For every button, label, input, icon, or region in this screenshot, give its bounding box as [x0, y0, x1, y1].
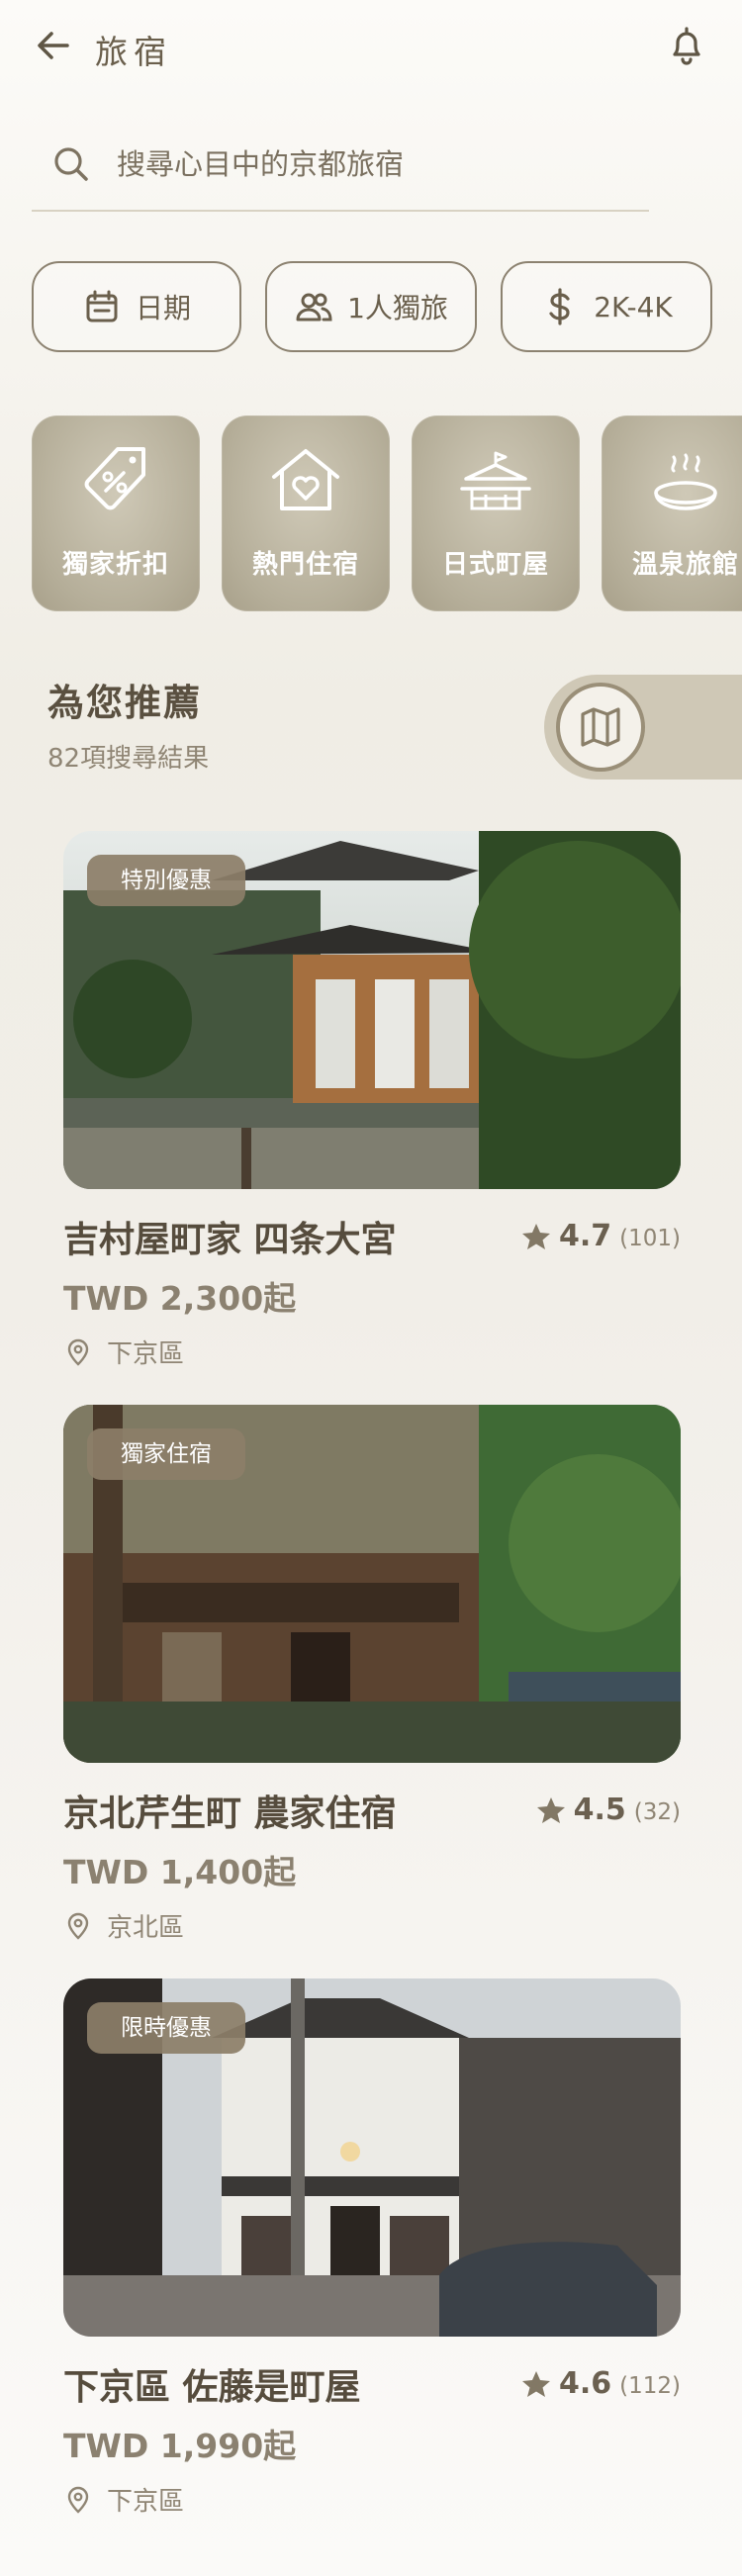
listing-photo[interactable]: 限時優惠: [63, 1978, 681, 2337]
bookmark-icon[interactable]: [613, 2000, 653, 2044]
listing-name[interactable]: 下京區 佐藤是町屋: [63, 2358, 361, 2410]
category-popular-label: 熱門住宿: [251, 550, 359, 580]
category-machiya[interactable]: 日式町屋: [412, 415, 580, 611]
listing-location: 下京區: [63, 1334, 184, 1370]
people-icon: [296, 293, 332, 322]
machiya-icon: [460, 451, 531, 510]
bell-icon[interactable]: [665, 24, 708, 67]
listing-rating: 4.5 (32): [536, 1793, 681, 1827]
back-arrow-icon[interactable]: [34, 26, 73, 65]
result-count: 82項搜尋結果: [47, 744, 210, 774]
top-bar: 旅宿: [0, 0, 742, 95]
listing-photo[interactable]: 獨家住宿: [63, 1405, 681, 1763]
calendar-icon: [86, 290, 118, 322]
page-title: 旅宿: [95, 33, 172, 71]
discount-tag-icon: [84, 447, 145, 510]
category-onsen-label: 溫泉旅館: [631, 550, 739, 580]
star-icon: [521, 1223, 550, 1249]
onsen-icon: [654, 453, 717, 510]
map-icon: [581, 707, 620, 747]
map-toggle[interactable]: [544, 675, 742, 780]
house-heart-icon: [272, 449, 339, 510]
category-machiya-label: 日式町屋: [441, 550, 549, 580]
location-pin-icon: [67, 1912, 89, 1940]
listing-photo[interactable]: 特別優惠: [63, 831, 681, 1189]
bookmark-icon[interactable]: [613, 1426, 653, 1470]
listing-name[interactable]: 京北芹生町 農家住宿: [63, 1785, 397, 1836]
listing-location: 京北區: [63, 1907, 184, 1944]
map-button[interactable]: [556, 683, 645, 772]
listing-location: 下京區: [63, 2481, 184, 2518]
listing-badge: 限時優惠: [87, 2002, 245, 2054]
section-title: 為您推薦: [47, 682, 202, 724]
category-discount-label: 獨家折扣: [61, 550, 169, 580]
bookmark-icon[interactable]: [613, 853, 653, 896]
filter-guests-button[interactable]: 1人獨旅: [265, 261, 477, 352]
category-popular[interactable]: 熱門住宿: [222, 415, 390, 611]
rating-score: 4.6: [558, 2366, 612, 2401]
search-input[interactable]: [117, 140, 631, 188]
filter-price-label: 2K-4K: [594, 290, 673, 323]
filter-guests-label: 1人獨旅: [347, 292, 448, 324]
listing-district: 下京區: [107, 1339, 185, 1369]
review-count: (101): [619, 1226, 681, 1251]
location-pin-icon: [67, 2486, 89, 2514]
listing-price: TWD 2,300起: [63, 1279, 297, 1318]
star-icon: [536, 1796, 565, 1823]
filter-date-label: 日期: [135, 292, 191, 324]
star-icon: [521, 2370, 550, 2397]
location-pin-icon: [67, 1338, 89, 1366]
category-onsen[interactable]: 溫泉旅館: [602, 415, 742, 611]
filter-date-button[interactable]: 日期: [32, 261, 241, 352]
listing-badge: 特別優惠: [87, 855, 245, 906]
listing-price: TWD 1,400起: [63, 1853, 297, 1891]
review-count: (112): [619, 2373, 681, 2399]
filter-price-button[interactable]: 2K-4K: [501, 261, 712, 352]
search-bar[interactable]: [32, 131, 649, 212]
rating-score: 4.7: [558, 1219, 612, 1253]
listing-badge: 獨家住宿: [87, 1428, 245, 1480]
listing-district: 下京區: [107, 2487, 185, 2517]
listing-rating: 4.6 (112): [521, 2366, 681, 2401]
dollar-icon: [549, 288, 570, 325]
listing-rating: 4.7 (101): [521, 1219, 681, 1253]
listing-name[interactable]: 吉村屋町家 四条大宮: [63, 1211, 397, 1262]
search-icon: [49, 142, 93, 186]
listing-price: TWD 1,990起: [63, 2427, 297, 2465]
review-count: (32): [633, 1799, 681, 1825]
rating-score: 4.5: [573, 1793, 626, 1827]
category-discount[interactable]: 獨家折扣: [32, 415, 200, 611]
listing-district: 京北區: [107, 1913, 185, 1943]
